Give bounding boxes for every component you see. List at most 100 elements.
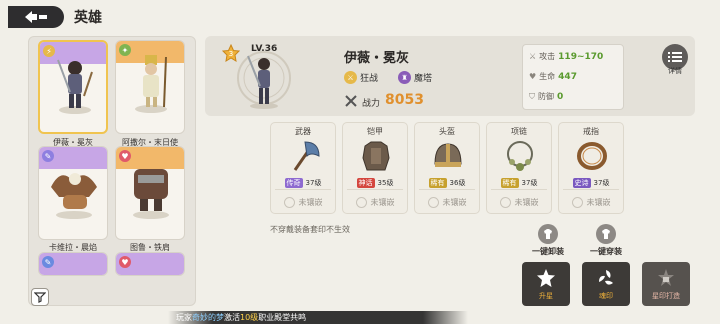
equip-all-button[interactable]: 一键穿装	[586, 224, 626, 257]
socket-label: 未镶嵌	[442, 198, 467, 207]
socket-status: 未镶嵌	[343, 197, 407, 208]
top-bar: 英雄	[0, 0, 720, 34]
hero-card-partial[interactable]: ✎	[38, 252, 108, 276]
item-level: 35级	[377, 179, 394, 187]
divider	[419, 189, 475, 190]
hp-value: 447	[558, 71, 577, 82]
seal-icon	[599, 269, 613, 285]
attack-value: 119~170	[558, 51, 604, 62]
hero-card-ivy[interactable]: ⚡	[38, 40, 108, 134]
crossed-swords-icon	[345, 95, 357, 107]
marquee-highlight: 10级	[240, 313, 259, 322]
seal-label: 魂印	[599, 291, 613, 300]
hero-card-azar[interactable]: ✦	[115, 40, 185, 134]
rank-row: 稀有 37级	[487, 178, 551, 188]
power-label: 战力	[362, 99, 381, 109]
race-icon: ♜	[398, 71, 411, 84]
hero-card-kavila[interactable]: ✎	[38, 146, 108, 240]
details-label: 详情	[668, 67, 682, 75]
divider	[347, 189, 403, 190]
item-level: 37级	[593, 179, 610, 187]
race-label: 魔塔	[414, 74, 433, 84]
equip-slot-ring[interactable]: 戒指 史诗 37级 未镶嵌	[558, 122, 624, 214]
equip-slot-armor[interactable]: 铠甲 神话 35级 未镶嵌	[342, 122, 408, 214]
back-button[interactable]	[8, 6, 64, 28]
slot-name: 项链	[511, 127, 527, 136]
hero-portrait-icon	[135, 55, 167, 113]
class-tag: ⚔ 狂战	[344, 71, 378, 84]
hero-portrait-icon	[57, 59, 93, 114]
socket-status: 未镶嵌	[559, 197, 623, 208]
equip-slot-necklace[interactable]: 项链 稀有 37级 未镶嵌	[486, 122, 552, 214]
armor-icon	[362, 141, 390, 171]
attack-label: 攻击	[539, 52, 556, 61]
unequip-icon	[538, 224, 558, 244]
shield-icon: ⛉	[529, 91, 535, 101]
seal-button[interactable]: 魂印	[582, 262, 630, 306]
socket-label: 未镶嵌	[370, 198, 395, 207]
star-up-icon	[537, 268, 555, 287]
helmet-icon	[434, 143, 462, 167]
unequip-all-button[interactable]: 一键卸装	[528, 224, 568, 257]
rank-row: 神话 35级	[343, 178, 407, 188]
item-level: 36级	[449, 179, 466, 187]
broadcast-marquee: 玩家 奇妙的梦 激活 10级 职业殿堂共鸣	[168, 311, 468, 324]
divider	[491, 189, 547, 190]
marquee-middle: 激活	[224, 313, 240, 322]
star-up-label: 升星	[539, 291, 553, 300]
stats-box: ⚔ 攻击 119~170 ♥ 生命 447 ⛉ 防御 0	[522, 44, 624, 110]
hero-name-title: 伊薇・冕灰	[344, 51, 410, 66]
divider	[563, 189, 619, 190]
hp-label: 生命	[539, 72, 556, 81]
power-value: 8053	[385, 92, 424, 108]
equip-all-label: 一键穿装	[590, 247, 622, 256]
rank-badge: 稀有	[500, 178, 519, 188]
rank-row: 传奇 37级	[271, 178, 335, 188]
marquee-player-name: 奇妙的梦	[192, 313, 224, 322]
slot-name: 头盔	[439, 127, 455, 136]
socket-label: 未镶嵌	[298, 198, 323, 207]
hero-card-turu[interactable]: ♥	[115, 146, 185, 240]
rank-badge: 传奇	[284, 178, 303, 188]
set-bonus-note: 不穿戴装备套印不生效	[270, 225, 350, 234]
star-seal-craft-label: 星印打造	[652, 291, 680, 300]
socket-ring-icon	[499, 197, 511, 208]
socket-label: 未镶嵌	[514, 198, 539, 207]
class-icon: ⚔	[344, 71, 357, 84]
filter-button[interactable]	[31, 288, 49, 306]
hero-large-portrait-icon	[237, 51, 291, 109]
class-label: 狂战	[360, 74, 379, 84]
socket-ring-icon	[571, 197, 583, 208]
rank-badge: 神话	[356, 178, 375, 188]
race-tag: ♜ 魔塔	[398, 71, 432, 84]
socket-status: 未镶嵌	[271, 197, 335, 208]
filter-icon	[34, 292, 46, 303]
necklace-icon	[507, 141, 533, 171]
item-level: 37级	[521, 179, 538, 187]
socket-status: 未镶嵌	[487, 197, 551, 208]
equip-slot-helmet[interactable]: 头盔 稀有 36级 未镶嵌	[414, 122, 480, 214]
back-arrow-icon	[25, 11, 47, 23]
socket-ring-icon	[283, 197, 295, 208]
equip-icon	[596, 224, 616, 244]
page-title: 英雄	[74, 10, 102, 26]
equip-slot-weapon[interactable]: 武器 传奇 37级 未镶嵌	[270, 122, 336, 214]
marquee-prefix: 玩家	[176, 313, 192, 322]
ring-icon	[577, 142, 607, 170]
star-up-button[interactable]: 升星	[522, 262, 570, 306]
rank-badge: 史诗	[572, 178, 591, 188]
axe-icon	[293, 141, 320, 171]
item-level: 37级	[305, 179, 322, 187]
star-seal-craft-button[interactable]: 星印打造	[642, 262, 690, 306]
faction-badge-icon: ✎	[42, 256, 54, 268]
hero-portrait-icon	[133, 169, 169, 219]
rank-badge: 稀有	[428, 178, 447, 188]
hero-card-partial[interactable]: ♥	[115, 252, 185, 276]
slot-name: 武器	[295, 127, 311, 136]
slot-name: 戒指	[583, 127, 599, 136]
defense-stat: ⛉ 防御 0	[529, 91, 563, 102]
lock-icon	[658, 268, 674, 286]
slot-name: 铠甲	[367, 127, 383, 136]
faction-badge-icon: ♥	[119, 256, 131, 268]
sword-icon: ⚔	[529, 52, 537, 61]
